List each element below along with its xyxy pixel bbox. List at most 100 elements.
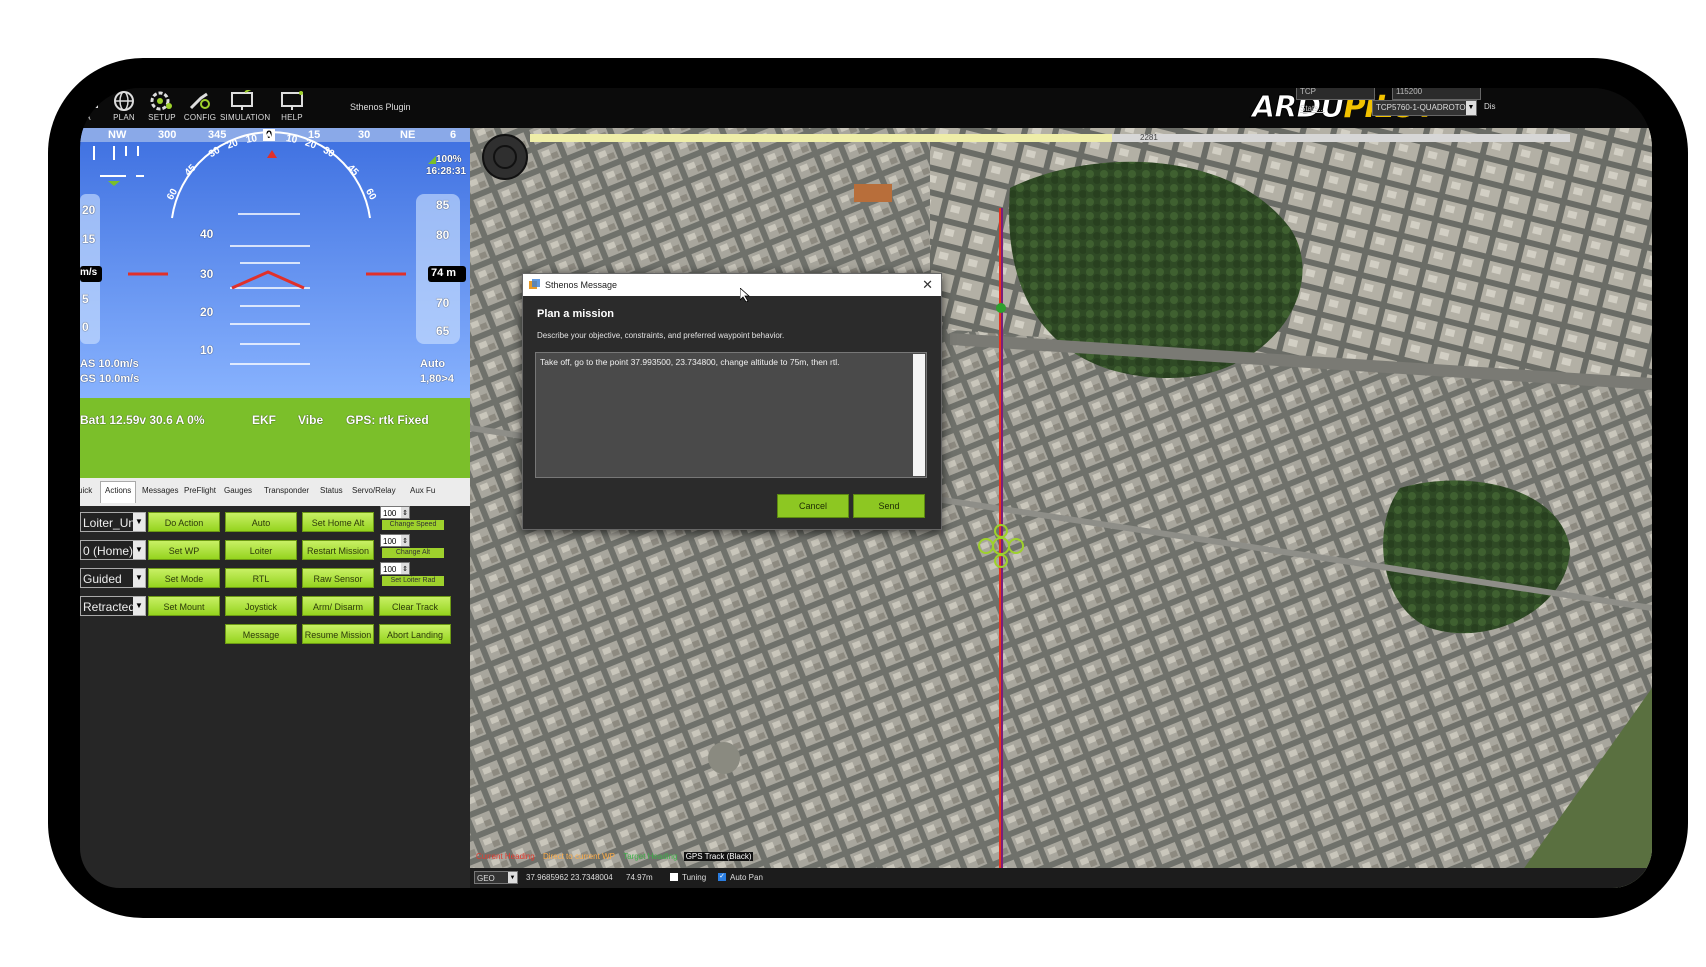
map-legend: Current Heading Direct to current WP Tar… [474,852,755,864]
message-button[interactable]: Message [225,624,297,644]
actions-panel: Loiter_Un ▼ 0 (Home) ▼ Guided ▼ Retracted ▼ … [80,506,508,888]
autopan-checkbox[interactable]: ✓ [718,873,726,881]
mode-select[interactable]: Guided ▼ [80,568,146,588]
mount-select[interactable]: Retracted ▼ [80,596,146,616]
stepper-arrows-icon: ⇕ [401,535,409,546]
main-toolbar: A PLAN SETUP CONFIG SIMULATION HELP Sthe… [80,88,1652,128]
clear-track-button[interactable]: Clear Track [379,596,451,616]
tab-quick[interactable]: uick [80,486,92,495]
heading-tick-label: NW [108,129,127,141]
joystick-button[interactable]: Joystick [225,596,297,616]
heading-tick-label: 300 [158,129,177,141]
roll-tick-label: 10 [245,133,258,146]
waypoint-select[interactable]: 0 (Home) ▼ [80,540,146,560]
tab-messages[interactable]: Messages [142,486,178,495]
connection-type-select[interactable]: TCP [1296,88,1375,100]
send-button[interactable]: Send [853,494,925,518]
heading-tick-label: NE [400,129,416,141]
speed-unit: m/s [80,267,98,278]
toolbar-config-button[interactable]: CONFIG [178,90,222,126]
tab-transponder[interactable]: Transponder [264,486,309,495]
coord-mode-select[interactable]: GEO ▼ [474,871,518,884]
close-icon[interactable]: ✕ [922,274,933,296]
mission-description-input[interactable]: Take off, go to the point 37.993500, 23.… [535,352,927,478]
legend-target-heading: Target Heading [623,852,678,861]
mouse-cursor-icon [740,288,750,302]
set-wp-button[interactable]: Set WP [148,540,220,560]
roll-tick-label: 10 [285,133,298,146]
heading-tick-label: 30 [358,129,371,141]
vibe-status[interactable]: Vibe [298,413,323,427]
setup-icon [150,91,172,111]
toolbar-simulation-button[interactable]: SIMULATION [220,90,270,126]
tab-preflight[interactable]: PreFlight [184,486,216,495]
progress-fill [530,134,1113,142]
do-action-button[interactable]: Do Action [148,512,220,532]
flight-data-tabs: uick Actions Messages PreFlight Gauges T… [80,478,508,507]
resume-mission-button[interactable]: Resume Mission [302,624,374,644]
tab-servo-relay[interactable]: Servo/Relay [352,486,396,495]
cancel-button[interactable]: Cancel [777,494,849,518]
roundabout [708,742,740,774]
abort-landing-button[interactable]: Abort Landing [379,624,451,644]
tuning-checkbox[interactable] [670,873,678,881]
waypoint-marker[interactable] [996,303,1006,313]
chevron-down-icon: ▼ [133,541,145,559]
action-select[interactable]: Loiter_Un ▼ [80,512,146,532]
tab-actions[interactable]: Actions [100,481,137,503]
set-loiter-rad-button[interactable]: Set Loiter Rad [382,576,444,586]
airspeed-readout: AS 10.0m/s [80,358,139,370]
speed-tick-5: 5 [82,292,89,306]
change-speed-button[interactable]: Change Speed [382,520,444,530]
set-mount-button[interactable]: Set Mount [148,596,220,616]
baud-rate-select[interactable]: 115200 [1392,88,1481,100]
rtl-button[interactable]: RTL [225,568,297,588]
toolbar-help-button[interactable]: HELP [270,90,314,126]
legend-gps-track: GPS Track (Black) [683,852,754,861]
chevron-down-icon: ▼ [133,597,145,615]
tab-gauges[interactable]: Gauges [224,486,252,495]
progress-value: 2281 [1140,133,1158,142]
alt-tick-70: 70 [436,296,450,310]
groundspeed-readout: GS 10.0m/s [80,373,140,385]
waypoint-distance: 1,80>4 [420,373,454,385]
simulation-icon [231,90,253,110]
config-icon [189,92,210,110]
connection-target-select[interactable]: TCP5760-1-QUADROTOR ▼ [1372,100,1477,116]
battery-percent: 100% [436,154,462,165]
help-icon [281,91,303,110]
map-zoom-control[interactable] [482,134,528,180]
disconnect-button[interactable]: Dis [1484,102,1496,111]
raw-sensor-view-button[interactable]: Raw Sensor View [302,568,374,604]
arm-disarm-button[interactable]: Arm/ Disarm [302,596,374,616]
change-alt-button[interactable]: Change Alt [382,548,444,558]
set-mode-button[interactable]: Set Mode [148,568,220,588]
auto-button[interactable]: Auto [225,512,297,532]
sthenos-plugin-button[interactable]: Sthenos Plugin [350,102,411,112]
tab-aux-function[interactable]: Aux Fu [410,486,435,495]
speed-stepper[interactable]: 100 ⇕ [380,506,410,519]
ekf-status[interactable]: EKF [252,413,276,427]
set-home-alt-button[interactable]: Set Home Alt [302,512,374,532]
chevron-down-icon: ▼ [1466,101,1476,115]
globe-icon [114,91,134,111]
loiter-radius-stepper[interactable]: 100 ⇕ [380,562,410,575]
dialog-title-bar: Sthenos Message ✕ [523,274,941,296]
heading-tick-label: 345 [208,129,227,141]
legend-direct-wp: Direct to current WP [542,852,615,861]
speed-tick-20: 20 [82,203,96,217]
stats-link[interactable]: Stats... [1300,104,1325,113]
loiter-button[interactable]: Loiter [225,540,297,560]
mission-progress-bar[interactable]: 2281 [530,133,1570,142]
map-altitude: 74.97m [626,873,653,882]
app-icon [529,279,540,289]
altitude-stepper[interactable]: 100 ⇕ [380,534,410,547]
alt-tick-65: 65 [436,324,450,338]
restart-mission-button[interactable]: Restart Mission [302,540,374,560]
stepper-arrows-icon: ⇕ [401,563,409,574]
hud-clock: 16:28:31 [426,166,467,177]
gps-status: GPS: rtk Fixed [346,413,429,427]
dialog-scrollbar[interactable] [913,354,925,476]
pitch-label-30: 30 [200,267,214,281]
tab-status[interactable]: Status [320,486,343,495]
